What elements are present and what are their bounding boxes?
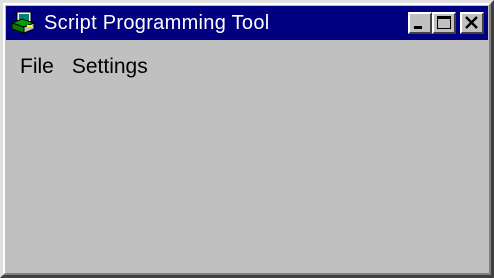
close-button[interactable]: [460, 12, 484, 34]
maximize-button[interactable]: [432, 12, 456, 34]
menu-file[interactable]: File: [11, 53, 63, 81]
title-bar[interactable]: Script Programming Tool: [6, 6, 488, 40]
app-window-icon[interactable]: [10, 10, 36, 36]
menu-settings[interactable]: Settings: [63, 53, 157, 81]
client-area: [6, 85, 488, 272]
app-window: Script Programming Tool File Settings: [0, 0, 494, 278]
minimize-icon: [414, 26, 422, 29]
close-icon: [465, 16, 478, 29]
title-buttons: [408, 12, 484, 34]
menu-bar: File Settings: [11, 53, 157, 81]
maximize-icon: [437, 16, 451, 29]
window-title: Script Programming Tool: [44, 12, 270, 34]
minimize-button[interactable]: [408, 12, 432, 34]
